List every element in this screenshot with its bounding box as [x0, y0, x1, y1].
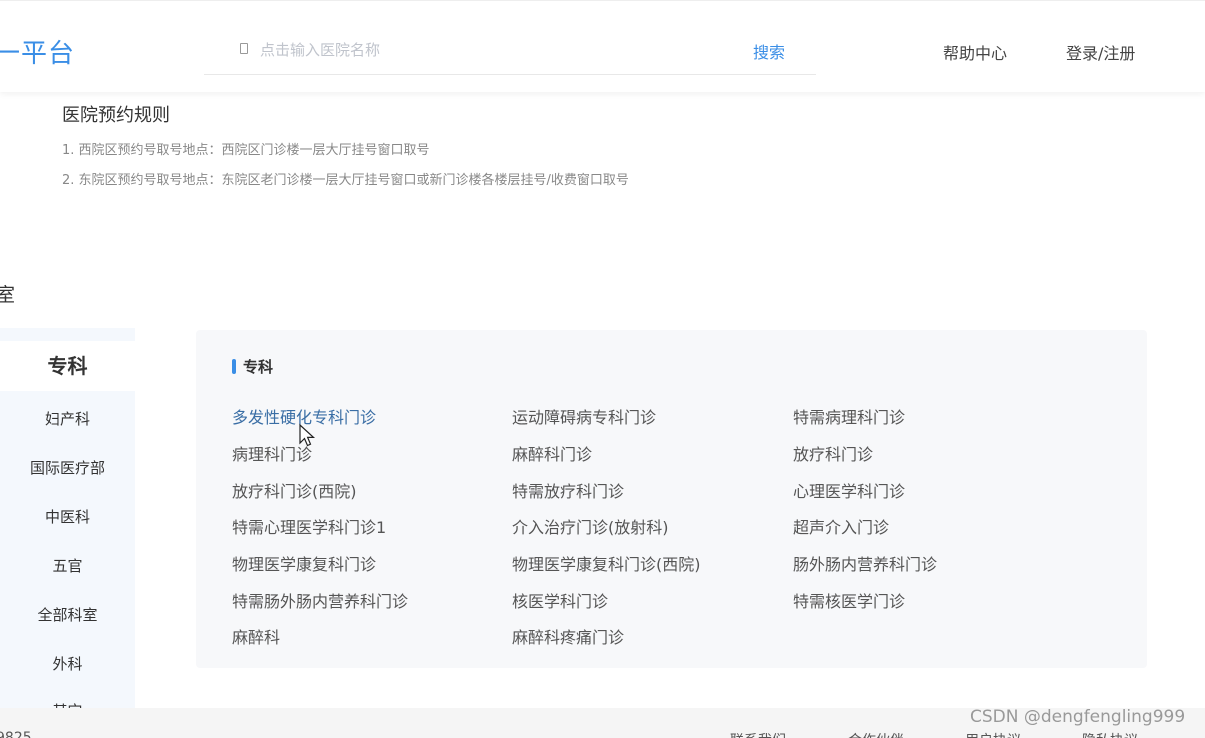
csdn-watermark: CSDN @dengfengling999	[970, 707, 1186, 727]
rules-title: 医院预约规则	[62, 105, 170, 126]
clinic-link[interactable]: 放疗科门诊	[793, 441, 873, 465]
panel-title: 专科	[243, 358, 274, 376]
clinic-link[interactable]: 超声介入门诊	[793, 514, 889, 538]
clinic-link[interactable]: 特需放疗科门诊	[512, 478, 624, 502]
clinic-link[interactable]: 麻醉科疼痛门诊	[512, 624, 624, 648]
department-menu: 专科 妇产科 国际医疗部 中医科 五官 全部科室 外科 其它	[0, 328, 135, 708]
dept-item-surgery[interactable]: 外科	[0, 653, 135, 674]
clinic-link[interactable]: 核医学科门诊	[512, 588, 608, 612]
dept-item-other[interactable]: 其它	[0, 700, 135, 708]
dept-item-international[interactable]: 国际医疗部	[0, 457, 135, 478]
footer-partners-link[interactable]: 合作伙伴	[848, 730, 904, 738]
hospital-search-input[interactable]	[260, 37, 720, 63]
footer-terms-link[interactable]: 用户协议	[965, 730, 1021, 738]
clinic-link[interactable]: 物理医学康复科门诊	[232, 551, 376, 575]
search-button[interactable]: 搜索	[753, 39, 785, 63]
section-title: 室	[0, 284, 16, 306]
clinic-link[interactable]: 物理医学康复科门诊(西院)	[512, 551, 701, 575]
mouse-cursor-icon	[299, 423, 316, 447]
clinic-panel: 专科 多发性硬化专科门诊 运动障碍病专科门诊 特需病理科门诊 病理科门诊 麻醉科…	[196, 330, 1147, 668]
clinic-link[interactable]: 介入治疗门诊(放射科)	[512, 514, 669, 538]
clinic-link[interactable]: 心理医学科门诊	[793, 478, 905, 502]
search-icon	[240, 43, 248, 54]
footer-record-number: 9825	[0, 730, 32, 738]
footer-privacy-link[interactable]: 隐私协议	[1082, 730, 1138, 738]
login-register-link[interactable]: 登录/注册	[1066, 40, 1135, 64]
rule-line-2: 2. 东院区预约号取号地点：东院区老门诊楼一层大厅挂号窗口或新门诊楼各楼层挂号/…	[62, 173, 629, 188]
top-header: 一平台 搜索 帮助中心 登录/注册	[0, 0, 1205, 92]
dept-item-ent[interactable]: 五官	[0, 555, 135, 576]
dept-item-tcm[interactable]: 中医科	[0, 506, 135, 527]
help-center-link[interactable]: 帮助中心	[943, 40, 1007, 64]
clinic-link[interactable]: 特需病理科门诊	[793, 404, 905, 428]
platform-logo[interactable]: 一平台	[0, 33, 75, 70]
clinic-link[interactable]: 肠外肠内营养科门诊	[793, 551, 937, 575]
panel-accent-bar	[232, 359, 236, 374]
search-box: 搜索	[204, 29, 816, 75]
clinic-link[interactable]: 放疗科门诊(西院)	[232, 478, 357, 502]
clinic-link[interactable]: 麻醉科门诊	[512, 441, 592, 465]
clinic-link[interactable]: 特需心理医学科门诊1	[232, 514, 386, 538]
clinic-link[interactable]: 特需核医学门诊	[793, 588, 905, 612]
clinic-link[interactable]: 运动障碍病专科门诊	[512, 404, 656, 428]
footer-contact-link[interactable]: 联系我们	[730, 730, 786, 738]
clinic-link[interactable]: 麻醉科	[232, 624, 280, 648]
dept-item-specialty[interactable]: 专科	[0, 341, 135, 391]
dept-item-obstetrics[interactable]: 妇产科	[0, 408, 135, 429]
rule-line-1: 1. 西院区预约号取号地点：西院区门诊楼一层大厅挂号窗口取号	[62, 143, 430, 158]
dept-item-all[interactable]: 全部科室	[0, 604, 135, 625]
clinic-link[interactable]: 特需肠外肠内营养科门诊	[232, 588, 408, 612]
